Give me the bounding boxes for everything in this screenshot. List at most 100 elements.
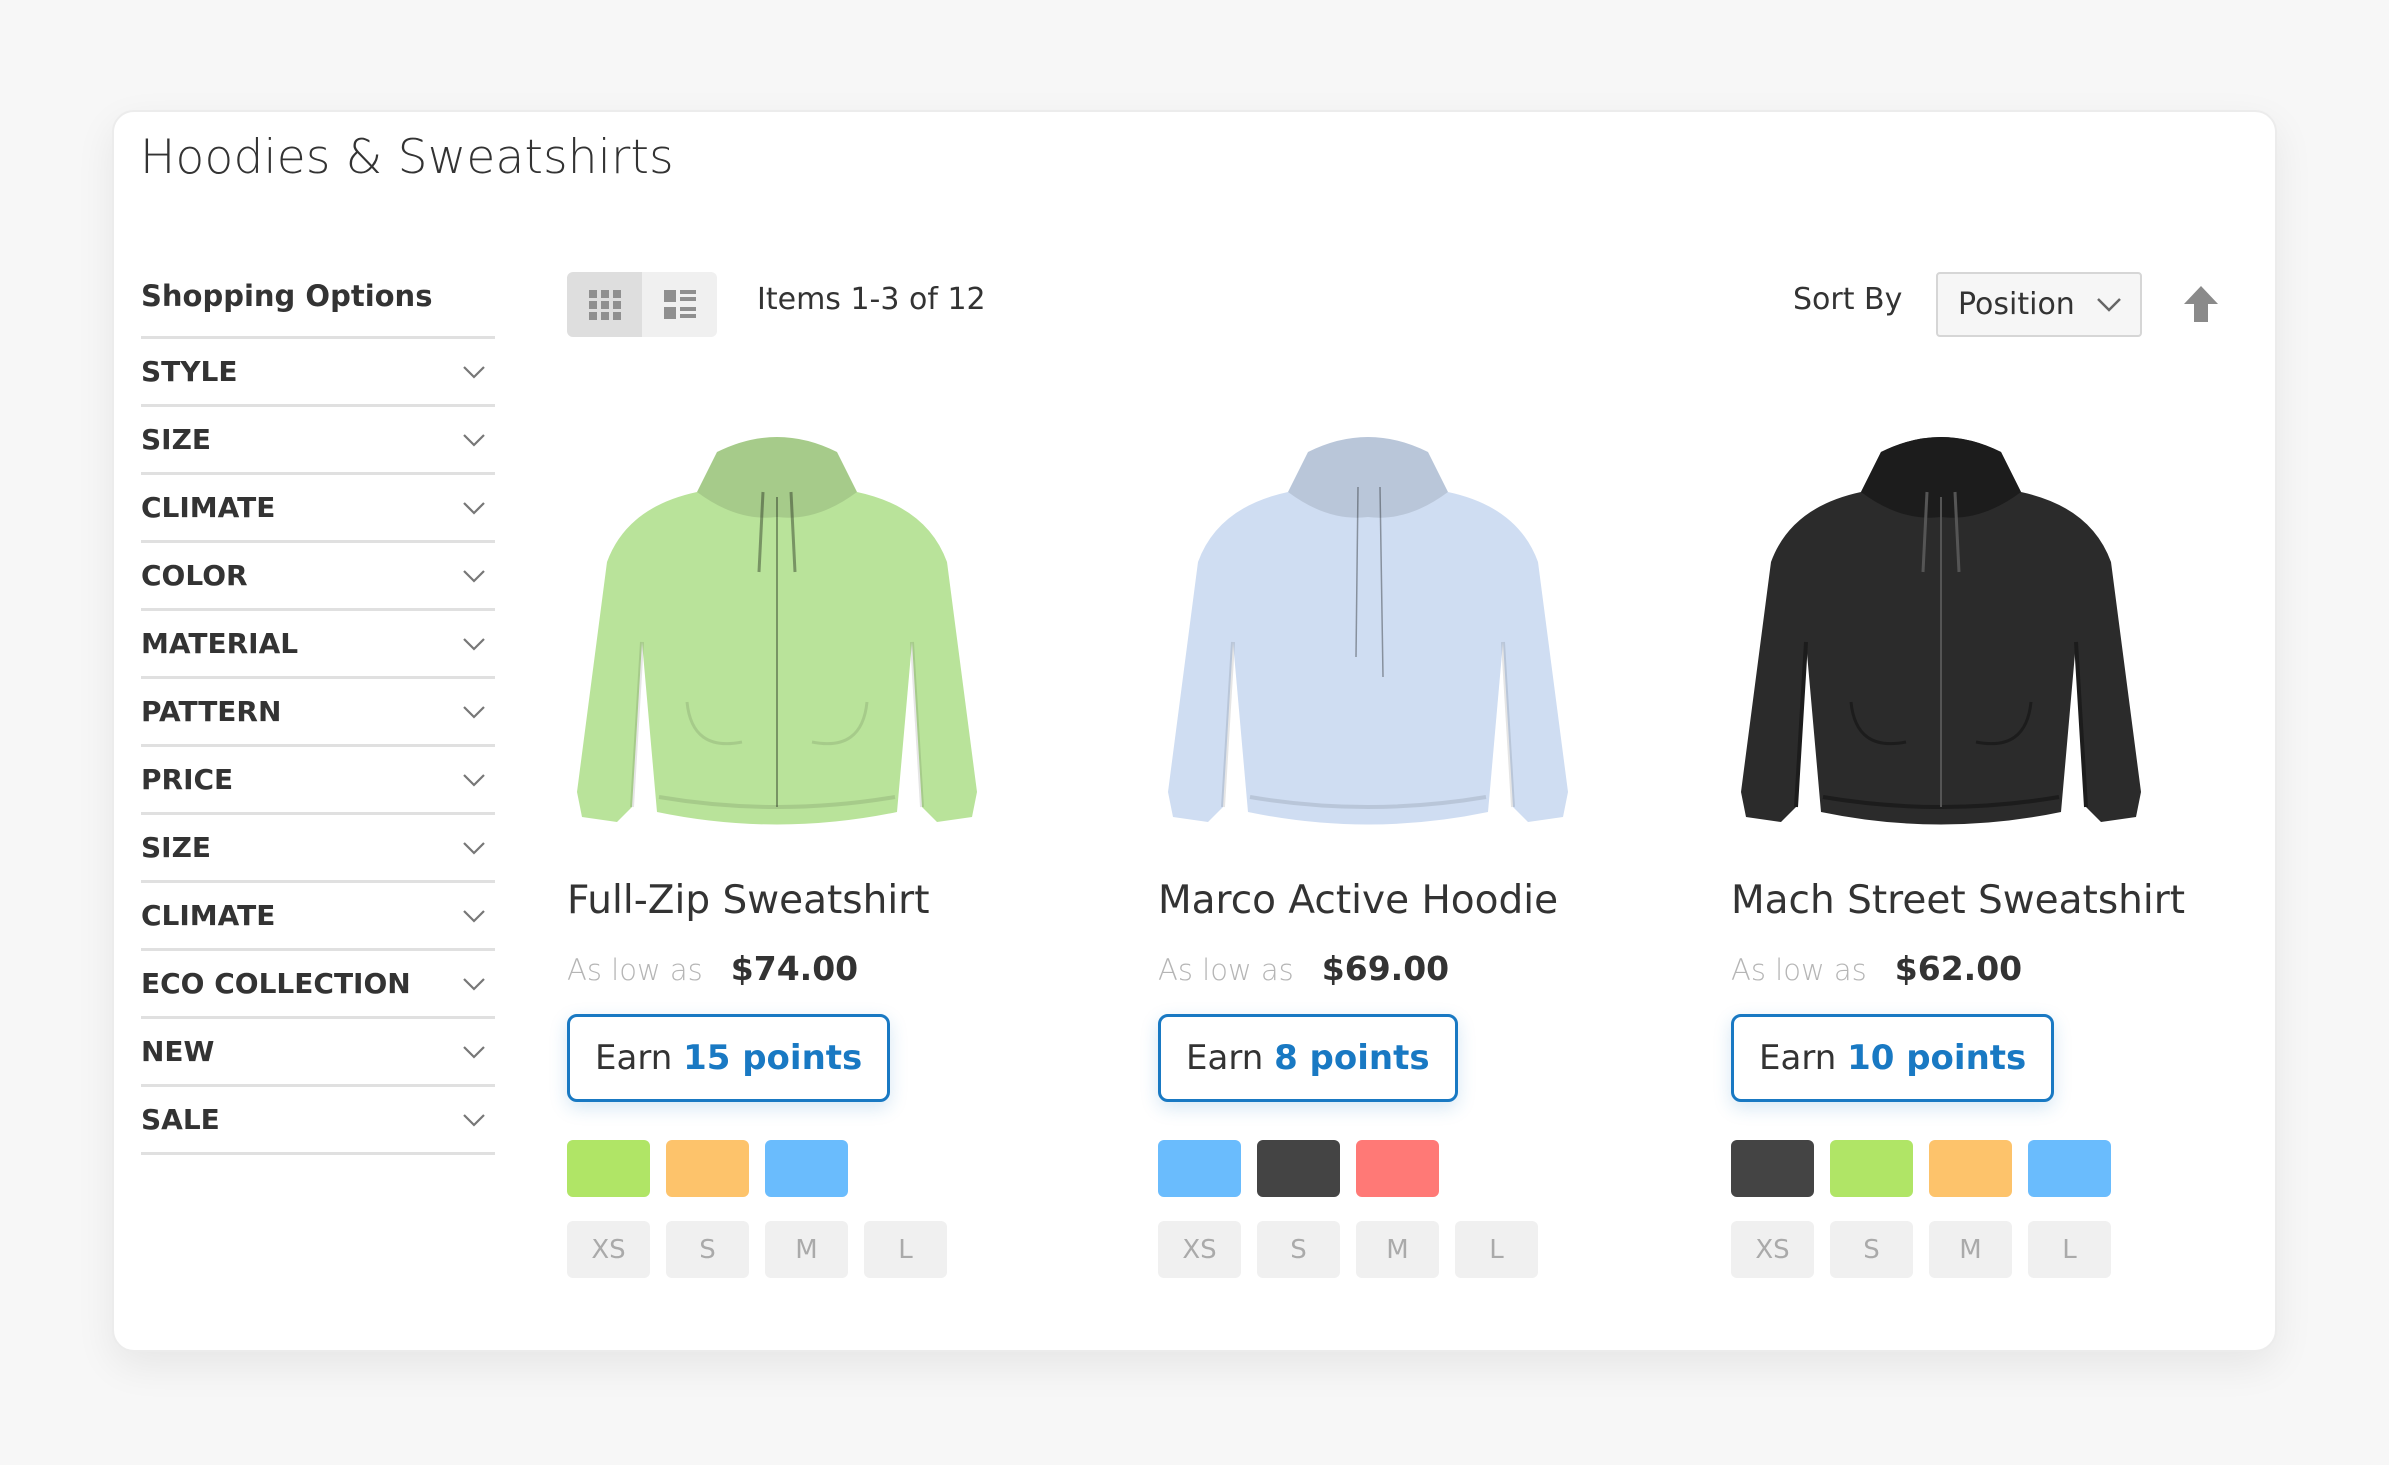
size-option[interactable]: L: [2028, 1221, 2111, 1278]
chevron-down-icon: [463, 365, 485, 379]
filter-label: SALE: [141, 1103, 220, 1136]
size-option[interactable]: M: [1929, 1221, 2012, 1278]
earn-points-button[interactable]: Earn 10 points: [1731, 1014, 2055, 1102]
size-options: XS S M L: [1158, 1221, 1658, 1278]
chevron-down-icon: [463, 1045, 485, 1059]
chevron-down-icon: [2097, 297, 2121, 312]
color-swatch[interactable]: [2028, 1140, 2111, 1197]
filter-item[interactable]: CLIMATE: [141, 475, 495, 543]
filter-item[interactable]: MATERIAL: [141, 611, 495, 679]
grid-view-button[interactable]: [567, 272, 642, 337]
color-swatch[interactable]: [1830, 1140, 1913, 1197]
product-image[interactable]: [567, 412, 987, 842]
product-image[interactable]: [1731, 412, 2151, 842]
earn-points-value: 15 points: [683, 1038, 863, 1078]
category-panel: Hoodies & Sweatshirts Shopping Options S…: [112, 110, 2277, 1352]
earn-prefix: Earn: [1759, 1038, 1837, 1078]
filter-item[interactable]: SIZE: [141, 815, 495, 883]
price-row: As low as $62.00: [1731, 949, 2231, 988]
chevron-down-icon: [463, 1113, 485, 1127]
filter-item[interactable]: STYLE: [141, 339, 495, 407]
size-option[interactable]: S: [666, 1221, 749, 1278]
chevron-down-icon: [463, 977, 485, 991]
chevron-down-icon: [463, 909, 485, 923]
product-name[interactable]: Full-Zip Sweatshirt: [567, 878, 1067, 923]
filter-label: MATERIAL: [141, 627, 299, 660]
arrow-up-icon: [2184, 286, 2218, 322]
filter-item[interactable]: SIZE: [141, 407, 495, 475]
size-options: XS S M L: [1731, 1221, 2231, 1278]
filter-item[interactable]: SALE: [141, 1087, 495, 1155]
product-price: $69.00: [1321, 949, 1450, 988]
filter-list: STYLE SIZE CLIMATE COLOR MATERIAL PATTERN PRIC…: [141, 339, 495, 1155]
price-row: As low as $69.00: [1158, 949, 1658, 988]
sort-selected-value: Position: [1958, 287, 2075, 322]
list-view-button[interactable]: [642, 272, 717, 337]
color-swatches: [1158, 1140, 1658, 1197]
size-option[interactable]: M: [765, 1221, 848, 1278]
filter-label: CLIMATE: [141, 491, 276, 524]
chevron-down-icon: [463, 841, 485, 855]
size-option[interactable]: XS: [1158, 1221, 1241, 1278]
filter-item[interactable]: NEW: [141, 1019, 495, 1087]
color-swatch[interactable]: [765, 1140, 848, 1197]
size-option[interactable]: L: [864, 1221, 947, 1278]
color-swatch[interactable]: [1257, 1140, 1340, 1197]
product-card: Full-Zip Sweatshirt As low as $74.00 Earn 1…: [567, 412, 1067, 1278]
product-name[interactable]: Mach Street Sweatshirt: [1731, 878, 2231, 923]
earn-prefix: Earn: [595, 1038, 673, 1078]
filter-item[interactable]: PRICE: [141, 747, 495, 815]
view-mode-toggle: [567, 272, 717, 337]
chevron-down-icon: [463, 773, 485, 787]
sort-by-select[interactable]: Position: [1936, 272, 2142, 337]
sort-direction-button[interactable]: [2182, 284, 2220, 324]
color-swatch[interactable]: [666, 1140, 749, 1197]
filter-item[interactable]: PATTERN: [141, 679, 495, 747]
chevron-down-icon: [463, 433, 485, 447]
color-swatches: [1731, 1140, 2231, 1197]
filter-label: COLOR: [141, 559, 248, 592]
color-swatch[interactable]: [1731, 1140, 1814, 1197]
size-option[interactable]: L: [1455, 1221, 1538, 1278]
chevron-down-icon: [463, 637, 485, 651]
earn-prefix: Earn: [1186, 1038, 1264, 1078]
earn-points-button[interactable]: Earn 15 points: [567, 1014, 891, 1102]
product-image[interactable]: [1158, 412, 1578, 842]
product-card: Mach Street Sweatshirt As low as $62.00 Ear…: [1731, 412, 2231, 1278]
sidebar-title: Shopping Options: [141, 272, 495, 339]
filter-item[interactable]: ECO COLLECTION: [141, 951, 495, 1019]
color-swatch[interactable]: [567, 1140, 650, 1197]
size-option[interactable]: M: [1356, 1221, 1439, 1278]
color-swatch[interactable]: [1356, 1140, 1439, 1197]
price-prefix: As low as: [1731, 953, 1867, 987]
filter-label: NEW: [141, 1035, 215, 1068]
filter-item[interactable]: COLOR: [141, 543, 495, 611]
chevron-down-icon: [463, 501, 485, 515]
chevron-down-icon: [463, 705, 485, 719]
size-option[interactable]: XS: [567, 1221, 650, 1278]
earn-points-value: 10 points: [1847, 1038, 2027, 1078]
color-swatch[interactable]: [1929, 1140, 2012, 1197]
product-price: $62.00: [1894, 949, 2023, 988]
filter-item[interactable]: CLIMATE: [141, 883, 495, 951]
price-prefix: As low as: [567, 953, 703, 987]
size-option[interactable]: XS: [1731, 1221, 1814, 1278]
color-swatches: [567, 1140, 1067, 1197]
earn-points-button[interactable]: Earn 8 points: [1158, 1014, 1458, 1102]
filter-label: PRICE: [141, 763, 234, 796]
color-swatch[interactable]: [1158, 1140, 1241, 1197]
product-name[interactable]: Marco Active Hoodie: [1158, 878, 1658, 923]
size-options: XS S M L: [567, 1221, 1067, 1278]
items-count: Items 1-3 of 12: [757, 282, 986, 317]
size-option[interactable]: S: [1830, 1221, 1913, 1278]
filter-label: CLIMATE: [141, 899, 276, 932]
shopping-options-sidebar: Shopping Options STYLE SIZE CLIMATE COLOR MA…: [141, 272, 495, 1155]
size-option[interactable]: S: [1257, 1221, 1340, 1278]
filter-label: STYLE: [141, 355, 238, 388]
sort-by-label: Sort By: [1793, 282, 1903, 317]
filter-label: ECO COLLECTION: [141, 967, 411, 1000]
price-prefix: As low as: [1158, 953, 1294, 987]
list-view-icon: [663, 289, 696, 319]
page-title: Hoodies & Sweatshirts: [140, 130, 674, 185]
grid-view-icon: [588, 289, 621, 320]
